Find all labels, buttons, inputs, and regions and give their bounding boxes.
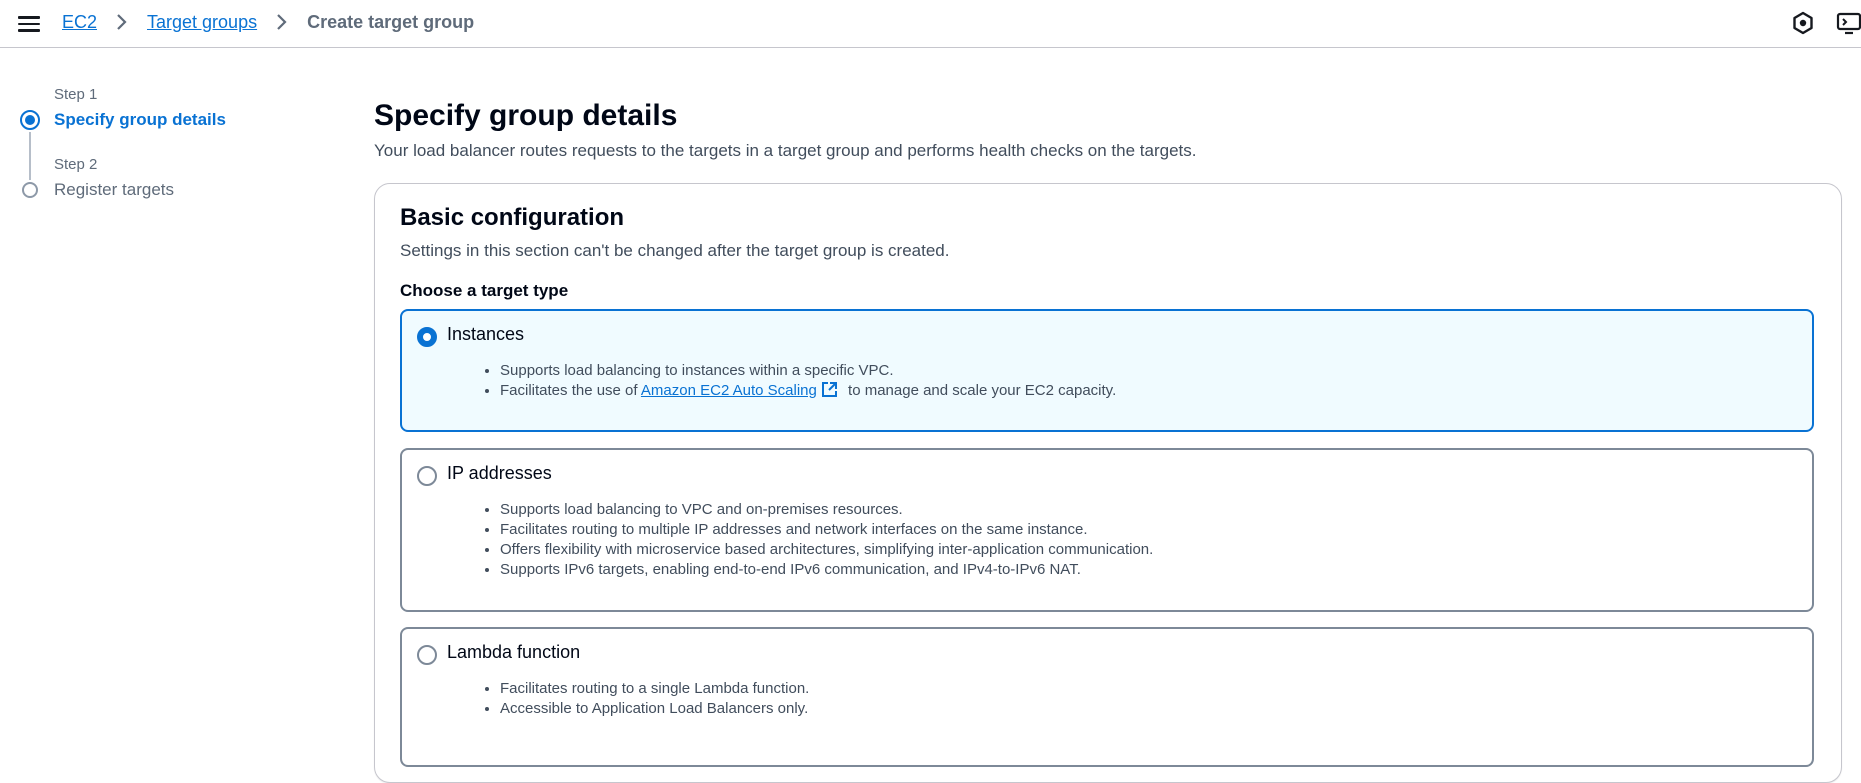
top-navigation-bar: EC2 Target groups Create target group (0, 0, 1861, 48)
settings-hexagon-icon[interactable] (1790, 10, 1816, 36)
section-title: Basic configuration (400, 204, 625, 231)
target-type-instances-tile[interactable]: Instances Supports load balancing to ins… (400, 309, 1814, 432)
list-item: Offers flexibility with microservice bas… (500, 540, 1153, 560)
section-description: Settings in this section can't be change… (400, 241, 950, 260)
list-item: Facilitates routing to multiple IP addre… (500, 520, 1153, 540)
list-item: Facilitates the use of Amazon EC2 Auto S… (500, 381, 1116, 404)
step-2-title: Register targets (54, 180, 174, 199)
page-header: Specify group details Your load balancer… (374, 96, 1844, 162)
instances-title: Instances (447, 324, 525, 344)
lambda-function-radio[interactable] (417, 645, 437, 665)
instances-radio[interactable] (417, 327, 437, 347)
step-1-label: Step 1 (54, 86, 98, 103)
breadcrumb-target-groups-link[interactable]: Target groups (147, 12, 257, 33)
target-type-ip-addresses-tile[interactable]: IP addresses Supports load balancing to … (400, 448, 1814, 612)
step-1-current-indicator-icon (20, 110, 40, 130)
list-item: Supports IPv6 targets, enabling end-to-e… (500, 560, 1153, 580)
instances-bullets: Supports load balancing to instances wit… (482, 361, 1116, 404)
bullet-text: to manage and scale your EC2 capacity. (843, 382, 1117, 399)
bullet-text: Facilitates the use of (500, 382, 641, 399)
step-2-indicator-icon (22, 182, 38, 198)
ip-addresses-title: IP addresses (447, 463, 552, 483)
chevron-right-icon (269, 11, 295, 33)
target-type-lambda-function-tile[interactable]: Lambda function Facilitates routing to a… (400, 627, 1814, 767)
breadcrumb-ec2-link[interactable]: EC2 (62, 12, 97, 33)
amazon-ec2-auto-scaling-link[interactable]: Amazon EC2 Auto Scaling (641, 382, 817, 399)
page-title: Specify group details (374, 99, 678, 132)
chevron-right-icon (109, 11, 135, 33)
basic-configuration-container: Basic configuration Settings in this sec… (374, 183, 1842, 783)
target-type-label: Choose a target type (400, 281, 569, 300)
cloudshell-icon[interactable] (1836, 10, 1861, 36)
list-item: Supports load balancing to VPC and on-pr… (500, 500, 1153, 520)
step-connector-line (29, 132, 31, 180)
step-1-title[interactable]: Specify group details (54, 110, 226, 130)
list-item: Facilitates routing to a single Lambda f… (500, 679, 809, 699)
breadcrumb: EC2 Target groups Create target group (62, 11, 474, 33)
list-item: Supports load balancing to instances wit… (500, 361, 1116, 381)
page-description: Your load balancer routes requests to th… (374, 141, 1197, 160)
lambda-function-bullets: Facilitates routing to a single Lambda f… (482, 679, 809, 719)
list-item: Accessible to Application Load Balancers… (500, 699, 809, 719)
lambda-function-title: Lambda function (447, 642, 581, 662)
ip-addresses-bullets: Supports load balancing to VPC and on-pr… (482, 500, 1153, 580)
external-link-icon[interactable] (821, 381, 838, 404)
ip-addresses-radio[interactable] (417, 466, 437, 486)
hamburger-menu-icon[interactable] (18, 12, 40, 32)
step-2-label: Step 2 (54, 156, 98, 173)
breadcrumb-current: Create target group (307, 11, 475, 32)
